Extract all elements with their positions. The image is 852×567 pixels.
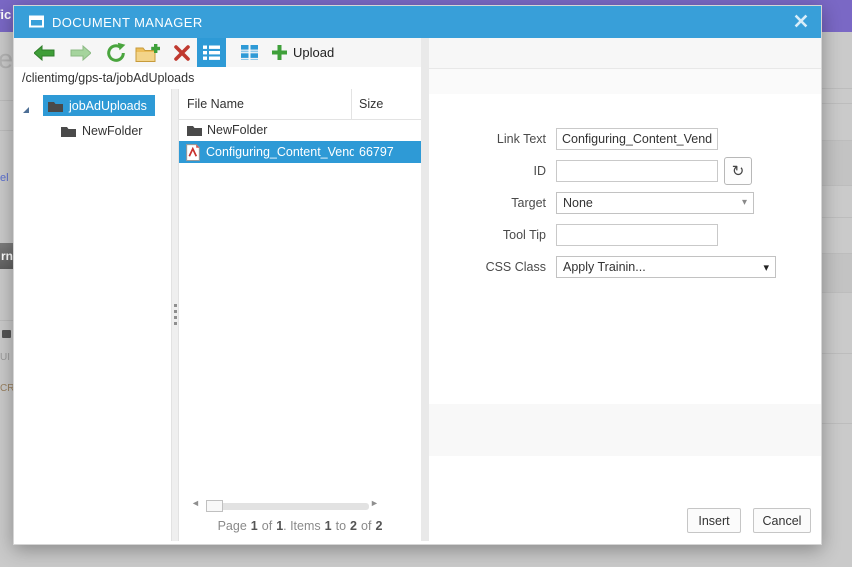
chevron-down-icon: ▾ (763, 262, 769, 274)
background-divider (0, 130, 13, 131)
tree-item-selected[interactable]: jobAdUploads (43, 95, 155, 116)
link-text-row: Link Text (429, 126, 821, 152)
current-path: /clientimg/gps-ta/jobAdUploads (22, 71, 195, 85)
forward-arrow-icon[interactable] (66, 38, 94, 67)
close-icon[interactable] (794, 14, 812, 32)
window-icon (29, 15, 44, 33)
document-manager-dialog: DOCUMENT MANAGER Upload /clientimg/gps-t… (13, 5, 822, 545)
css-class-label: CSS Class (485, 260, 546, 274)
thumbnails-view-button[interactable] (235, 38, 264, 67)
splitter-grip (174, 304, 177, 328)
folder-tree-panel: jobAdUploads NewFolder (14, 89, 171, 541)
path-bar: /clientimg/gps-ta/jobAdUploads (14, 67, 421, 90)
background-mini-icon (2, 330, 11, 338)
dialog-title: DOCUMENT MANAGER (52, 15, 203, 30)
tree-splitter[interactable] (171, 89, 179, 541)
scroll-right-icon[interactable]: ► (370, 498, 379, 508)
folder-icon (187, 126, 202, 136)
tool-tip-input[interactable] (556, 224, 718, 246)
pager-status: Page 1 of 1. Items 1 to 2 of 2 (217, 519, 383, 533)
list-view-button[interactable] (197, 38, 226, 67)
plus-icon (272, 45, 287, 60)
column-header-filename[interactable]: File Name (187, 97, 244, 111)
id-row: ID ↻ (429, 157, 821, 185)
id-label: ID (533, 164, 547, 178)
background-top-text: fic (0, 7, 12, 22)
refresh-icon[interactable] (102, 38, 130, 67)
tree-expand-icon[interactable] (22, 101, 30, 119)
background-fragment-link: el (0, 172, 9, 184)
target-label: Target (511, 196, 546, 210)
list-view-icon (203, 45, 220, 60)
background-divider (0, 100, 13, 101)
tree-item-jobaduploads[interactable]: jobAdUploads (14, 95, 171, 116)
tool-tip-row: Tool Tip (429, 222, 821, 248)
target-dropdown[interactable]: None ▾ (556, 192, 754, 214)
target-row: Target None ▾ (429, 190, 821, 216)
background-fragment-ui: UI (0, 352, 10, 363)
id-input[interactable] (556, 160, 718, 182)
insert-button[interactable]: Insert (687, 508, 741, 533)
link-text-input[interactable] (556, 128, 718, 150)
tree-item-newfolder[interactable]: NewFolder (61, 121, 142, 141)
thumbnails-view-icon (241, 45, 258, 60)
upload-button[interactable]: Upload (270, 38, 336, 67)
tool-tip-label: Tool Tip (502, 228, 546, 242)
id-generate-button[interactable]: ↻ (724, 157, 752, 185)
properties-splitter[interactable] (421, 38, 429, 541)
file-list-panel: File Name Size NewFolder Configuring_Con… (179, 89, 421, 541)
chevron-down-icon: ▾ (741, 197, 747, 208)
file-row-selected-pdf[interactable]: Configuring_Content_Vendo 66797 (179, 141, 421, 163)
new-folder-icon[interactable] (132, 38, 162, 67)
background-right-rows (822, 32, 852, 567)
css-class-row: CSS Class Apply Trainin... ▾ (429, 254, 821, 280)
background-divider (0, 320, 13, 321)
scroll-left-icon[interactable]: ◄ (191, 498, 200, 508)
css-class-dropdown[interactable]: Apply Trainin... ▾ (556, 256, 776, 278)
background-fragment-re: re (0, 44, 14, 74)
toolbar: Upload (14, 38, 421, 68)
link-text-label: Link Text (496, 132, 546, 146)
column-separator (351, 89, 352, 119)
cancel-button[interactable]: Cancel (753, 508, 811, 533)
horizontal-scrollbar-track[interactable] (206, 503, 369, 510)
back-arrow-icon[interactable] (30, 38, 58, 67)
properties-top-strip (429, 38, 821, 69)
file-row-newfolder[interactable]: NewFolder (179, 120, 421, 141)
pdf-file-icon (186, 144, 200, 161)
refresh-glyph-icon: ↻ (731, 163, 745, 180)
column-header-size[interactable]: Size (359, 97, 383, 111)
properties-lower-strip (429, 404, 821, 456)
dialog-titlebar[interactable]: DOCUMENT MANAGER (14, 6, 821, 38)
folder-icon (61, 127, 76, 137)
delete-icon[interactable] (168, 38, 196, 67)
horizontal-scrollbar-thumb[interactable] (206, 500, 223, 512)
link-properties-panel: Link Text ID ↻ Target None ▾ Tool Tip CS… (429, 38, 821, 541)
file-list-header: File Name Size (179, 89, 421, 120)
upload-label: Upload (293, 45, 335, 60)
properties-sub-strip (429, 69, 821, 94)
folder-icon (48, 101, 63, 112)
